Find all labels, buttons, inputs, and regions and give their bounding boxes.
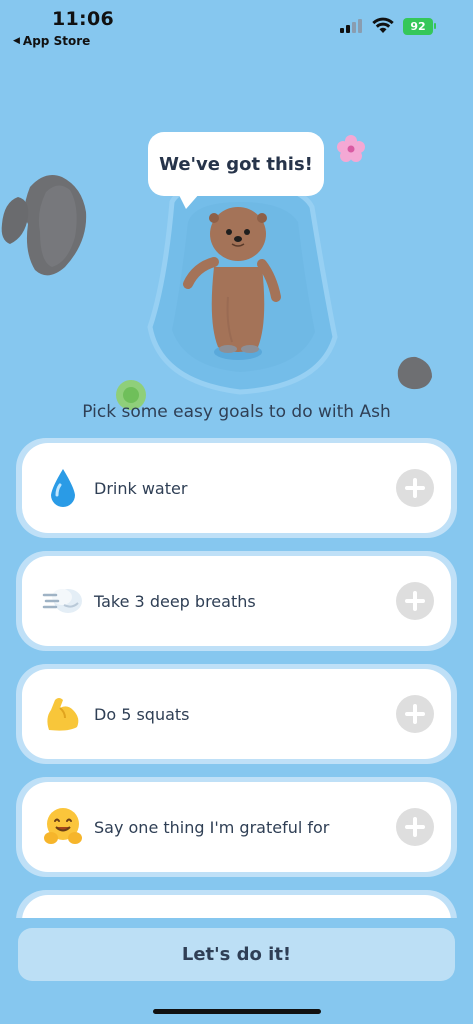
lets-do-it-button[interactable]: Let's do it! [18, 928, 455, 981]
goal-card-drink-water[interactable]: Drink water [16, 438, 457, 538]
battery-level: 92 [410, 20, 426, 33]
otter-scene: We've got this! [0, 52, 473, 422]
goals-prompt: Pick some easy goals to do with Ash [82, 402, 391, 422]
speech-bubble-tail [178, 193, 200, 209]
goal-card-squats[interactable]: Do 5 squats [16, 664, 457, 764]
goal-label: Do 5 squats [94, 704, 190, 724]
add-goal-button[interactable] [396, 808, 434, 846]
flexed-bicep-icon [40, 691, 86, 737]
back-to-app-link[interactable]: ◀ App Store [13, 34, 90, 48]
battery-icon: 92 [403, 18, 433, 35]
goal-card-grateful[interactable]: Say one thing I'm grateful for [16, 777, 457, 877]
goal-label: Say one thing I'm grateful for [94, 817, 330, 837]
hugging-face-icon [40, 804, 86, 850]
cellular-signal-icon [340, 19, 362, 33]
goal-card-deep-breaths[interactable]: Take 3 deep breaths [16, 551, 457, 651]
add-goal-button[interactable] [396, 582, 434, 620]
add-goal-button[interactable] [396, 695, 434, 733]
water-drop-icon [40, 465, 86, 511]
back-arrow-icon: ◀ [13, 36, 20, 46]
add-goal-button[interactable] [396, 469, 434, 507]
small-rock-icon [397, 356, 432, 390]
wind-icon [40, 578, 86, 624]
flower-icon [337, 135, 365, 162]
wifi-icon [372, 17, 394, 33]
rock-icon [1, 174, 87, 276]
pond-illustration [1, 135, 432, 410]
status-bar: 11:06 ◀ App Store 92 [0, 0, 473, 52]
goal-label: Drink water [94, 478, 188, 498]
goal-label: Take 3 deep breaths [94, 591, 256, 611]
back-app-label: App Store [22, 34, 91, 48]
home-indicator [153, 1009, 321, 1014]
speech-bubble: We've got this! [148, 132, 324, 196]
status-time: 11:06 [52, 8, 114, 30]
